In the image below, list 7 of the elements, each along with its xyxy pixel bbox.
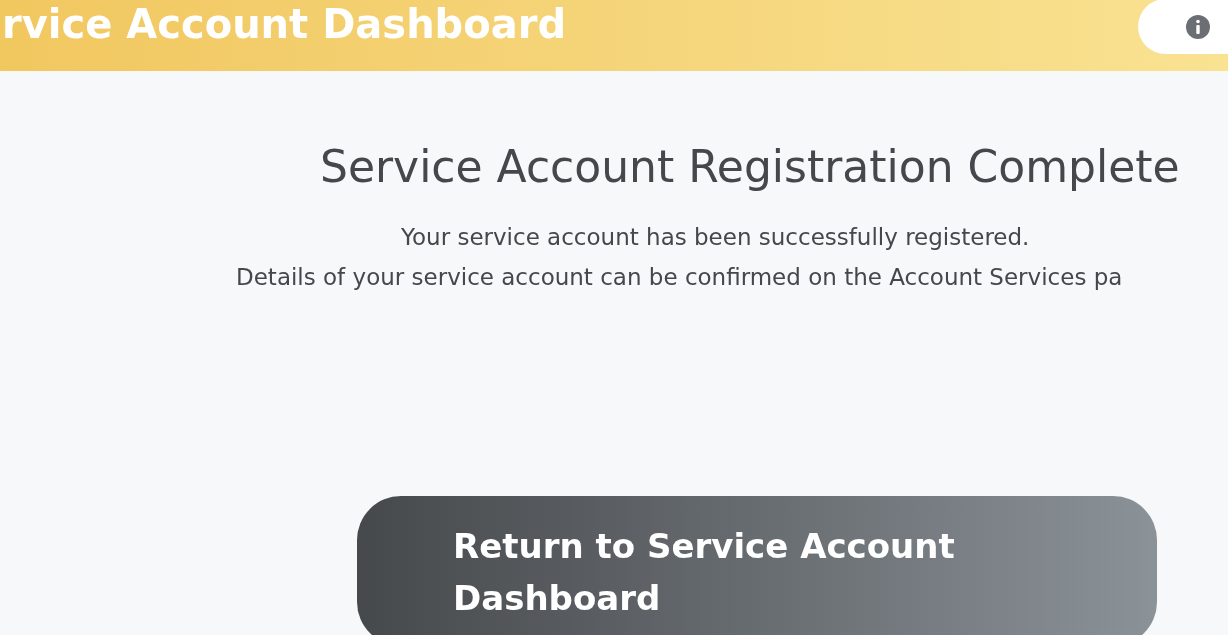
info-icon	[1186, 14, 1210, 39]
info-button[interactable]	[1138, 0, 1228, 54]
return-button[interactable]: Return to Service Account Dashboard	[357, 496, 1157, 635]
details-message: Details of your service account can be confirmed on the Account Services pa	[236, 263, 1124, 292]
confirmation-message: Your service account has been successfully registered.	[401, 223, 1031, 252]
page-heading: Service Account Registration Complete	[320, 140, 1181, 194]
dashboard-title: rvice Account Dashboard	[1, 0, 567, 44]
